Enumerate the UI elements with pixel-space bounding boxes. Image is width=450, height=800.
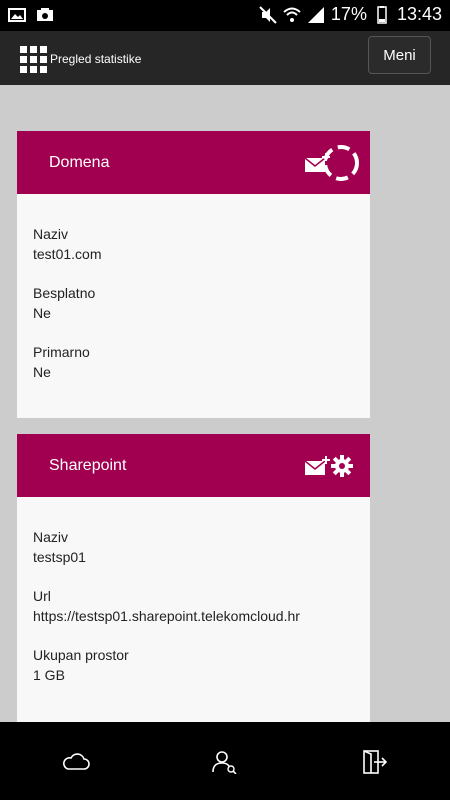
loading-spinner-icon [323,145,359,181]
field-value: test01.com [33,246,102,262]
user-search-icon[interactable] [210,750,240,774]
clock: 13:43 [396,4,442,24]
card-title: Sharepoint [49,457,127,474]
status-bar: 17% 13:43 [0,0,450,31]
logout-icon[interactable] [360,750,390,774]
photo-notification-icon [37,8,53,21]
apps-grid-icon[interactable] [20,46,47,73]
battery-percent: 17% [330,4,367,24]
field-naziv: Naziv test01.com [33,224,370,265]
signal-icon [307,6,324,23]
field-label: Ukupan prostor [33,647,129,663]
wifi-icon [283,7,301,22]
menu-button[interactable]: Meni [368,36,431,74]
field-label: Primarno [33,344,90,360]
field-besplatno: Besplatno Ne [33,283,370,324]
image-notification-icon [8,8,26,22]
field-label: Naziv [33,226,69,242]
card-header: Domena [17,131,370,194]
field-label: Besplatno [33,285,96,301]
card-title: Domena [49,154,110,171]
field-ukupan-prostor: Ukupan prostor 1 GB [33,645,370,686]
field-primarno: Primarno Ne [33,342,370,383]
card-body: Naziv testsp01 Url https://testsp01.shar… [17,497,370,686]
domain-card: Domena Naziv test01.com Besplatno Ne Pri… [17,131,370,418]
gear-icon[interactable] [330,454,354,478]
field-value: 1 GB [33,667,65,683]
field-naziv: Naziv testsp01 [33,527,370,568]
card-body: Naziv test01.com Besplatno Ne Primarno N… [17,194,370,383]
cloud-icon[interactable] [61,750,91,774]
app-bar: Pregled statistike Meni [0,31,450,85]
mail-add-icon[interactable] [304,456,330,476]
page-title: Pregled statistike [50,52,142,66]
field-label: Naziv [33,529,69,545]
sharepoint-card: Sharepoint Naziv testsp01 Url https://te… [17,434,370,724]
field-value: testsp01 [33,549,86,565]
field-label: Url [33,588,51,604]
field-url: Url https://testsp01.sharepoint.telekomc… [33,586,370,627]
field-value: Ne [33,364,51,380]
card-header: Sharepoint [17,434,370,497]
mute-icon [259,5,277,24]
bottom-nav [0,722,450,800]
battery-icon [377,5,387,24]
field-value: https://testsp01.sharepoint.telekomcloud… [33,608,300,624]
field-value: Ne [33,305,51,321]
